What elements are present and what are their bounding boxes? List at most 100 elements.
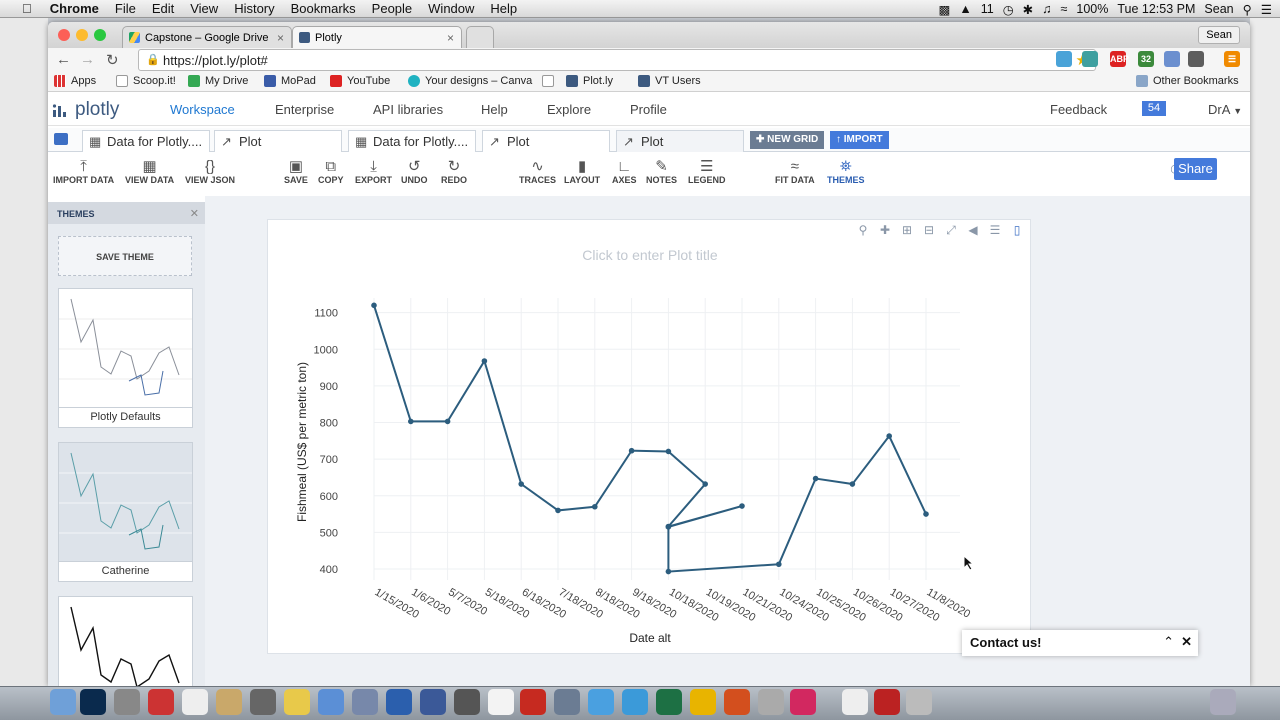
camera-icon[interactable]: ▩ [939, 2, 951, 17]
nav-enterprise[interactable]: Enterprise [275, 102, 334, 117]
nav-profile[interactable]: Profile [630, 102, 667, 117]
file-tab-plot-1[interactable]: ↗ Plot [214, 130, 342, 152]
bookmark-page[interactable] [542, 75, 554, 87]
zoom-window-icon[interactable] [94, 29, 106, 41]
user-menu[interactable]: DrA ▼ [1208, 102, 1242, 117]
notification-badge[interactable]: 54 [1142, 101, 1166, 116]
menu-edit[interactable]: Edit [144, 1, 182, 16]
menu-window[interactable]: Window [420, 1, 482, 16]
safari-icon[interactable] [622, 689, 648, 715]
volume-icon[interactable]: ♫ [1042, 2, 1051, 16]
layout-button[interactable]: ▮ LAYOUT [564, 158, 600, 185]
export-button[interactable]: ⤓ EXPORT [355, 158, 392, 185]
notification-center-icon[interactable]: ☰ [1261, 2, 1272, 17]
bookmark-plotly[interactable]: Plot.ly [566, 75, 613, 87]
battery-percent[interactable]: 100% [1076, 2, 1108, 16]
hover-compare-icon[interactable]: ☰ [988, 223, 1002, 238]
autoscale-icon[interactable]: ⤢ [944, 223, 958, 238]
acrobat-icon[interactable] [520, 689, 546, 715]
y-axis-label[interactable]: Fishmeal (US$ per metric ton) [295, 362, 309, 522]
apple-icon[interactable]:  [0, 1, 42, 16]
contacts-icon[interactable] [216, 689, 242, 715]
close-tab-icon[interactable]: × [277, 31, 284, 45]
theme-card-plotly-defaults[interactable]: Plotly Defaults [58, 288, 193, 428]
hover-closest-icon[interactable]: ◀ [966, 223, 980, 238]
app-menu[interactable]: Chrome [42, 1, 107, 16]
bluetooth-icon[interactable]: ✱ [1023, 2, 1033, 17]
chart-title[interactable]: Click to enter Plot title [582, 247, 718, 263]
theme-card-third[interactable] [58, 596, 193, 686]
document-icon[interactable] [842, 689, 868, 715]
bookmark-mopad[interactable]: MoPad [264, 75, 316, 87]
view-data-button[interactable]: ▦ VIEW DATA [125, 158, 174, 185]
chrome-icon[interactable] [690, 689, 716, 715]
messages-icon[interactable] [588, 689, 614, 715]
x-axis-label[interactable]: Date alt [629, 631, 671, 645]
excel-icon[interactable] [656, 689, 682, 715]
photoshop-icon[interactable] [80, 689, 106, 715]
bookmark-vt-users[interactable]: VT Users [638, 75, 701, 87]
undo-button[interactable]: ↺ UNDO [401, 158, 428, 185]
new-grid-button[interactable]: ✚ NEW GRID [750, 131, 825, 149]
app-icon[interactable] [420, 689, 446, 715]
app-icon[interactable] [284, 689, 310, 715]
close-window-icon[interactable] [58, 29, 70, 41]
save-theme-button[interactable]: SAVE THEME [58, 236, 192, 276]
app-icon[interactable] [148, 689, 174, 715]
traces-button[interactable]: ∿ TRACES [519, 158, 556, 185]
profile-button[interactable]: Sean [1198, 26, 1240, 44]
app-icon[interactable] [488, 689, 514, 715]
menu-help[interactable]: Help [482, 1, 525, 16]
themes-button[interactable]: ⛯ THEMES [827, 158, 865, 185]
address-bar[interactable]: 🔒 https://plot.ly/plot# ★ [138, 49, 1096, 71]
bookmark-youtube[interactable]: YouTube [330, 75, 390, 87]
file-tab-data-1[interactable]: ▦ Data for Plotly.... [82, 130, 210, 152]
folder-icon[interactable] [54, 133, 68, 145]
clock[interactable]: Tue 12:53 PM [1117, 2, 1195, 16]
bookmark-apps[interactable]: Apps [54, 75, 96, 87]
close-tab-icon[interactable]: × [447, 31, 454, 45]
bookmark-canva[interactable]: Your designs – Canva [408, 75, 532, 87]
close-panel-icon[interactable]: ✕ [190, 207, 199, 220]
extension-icon[interactable] [1188, 51, 1204, 67]
file-tab-plot-3[interactable]: ↗ Plot [616, 130, 744, 152]
expand-icon[interactable]: ⌃ [1163, 634, 1174, 650]
itunes-icon[interactable] [790, 689, 816, 715]
zoom-out-icon[interactable]: ⊟ [922, 223, 936, 238]
app-icon[interactable] [318, 689, 344, 715]
back-icon[interactable]: ← [56, 51, 71, 68]
reload-icon[interactable]: ↻ [106, 51, 119, 69]
launchpad-icon[interactable] [114, 689, 140, 715]
tab-plotly[interactable]: Plotly × [292, 26, 462, 48]
nav-help[interactable]: Help [481, 102, 508, 117]
menu-bookmarks[interactable]: Bookmarks [283, 1, 364, 16]
save-button[interactable]: ▣ SAVE [284, 158, 308, 185]
copy-button[interactable]: ⧉ COPY [318, 158, 344, 185]
nav-workspace[interactable]: Workspace [170, 102, 235, 117]
file-tab-plot-2[interactable]: ↗ Plot [482, 130, 610, 152]
plotly-extension-icon[interactable] [1164, 51, 1180, 67]
app-icon[interactable] [758, 689, 784, 715]
menu-history[interactable]: History [226, 1, 282, 16]
plotly-logo-icon[interactable]: ▯ [1010, 223, 1024, 238]
view-json-button[interactable]: {} VIEW JSON [185, 158, 235, 185]
axes-button[interactable]: ∟ AXES [612, 158, 637, 185]
calendar-icon[interactable] [182, 689, 208, 715]
app-icon[interactable] [454, 689, 480, 715]
extension-icon[interactable] [1056, 51, 1072, 67]
fit-data-button[interactable]: ≈ FIT DATA [775, 158, 815, 185]
share-button[interactable]: Share [1174, 158, 1217, 180]
trash-icon[interactable] [1210, 689, 1236, 715]
redo-button[interactable]: ↻ REDO [441, 158, 467, 185]
app-icon[interactable] [554, 689, 580, 715]
menu-icon[interactable]: ☰ [1224, 51, 1240, 67]
new-tab-button[interactable] [466, 26, 494, 48]
bookmark-my-drive[interactable]: My Drive [188, 75, 248, 87]
nav-explore[interactable]: Explore [547, 102, 591, 117]
contact-widget[interactable]: Contact us! ⌃ ✕ [962, 630, 1198, 656]
spotlight-icon[interactable]: ⚲ [1243, 2, 1252, 17]
menu-file[interactable]: File [107, 1, 144, 16]
close-icon[interactable]: ✕ [1181, 634, 1192, 650]
finder-icon[interactable] [50, 689, 76, 715]
bookmark-scoopit[interactable]: Scoop.it! [116, 75, 176, 87]
